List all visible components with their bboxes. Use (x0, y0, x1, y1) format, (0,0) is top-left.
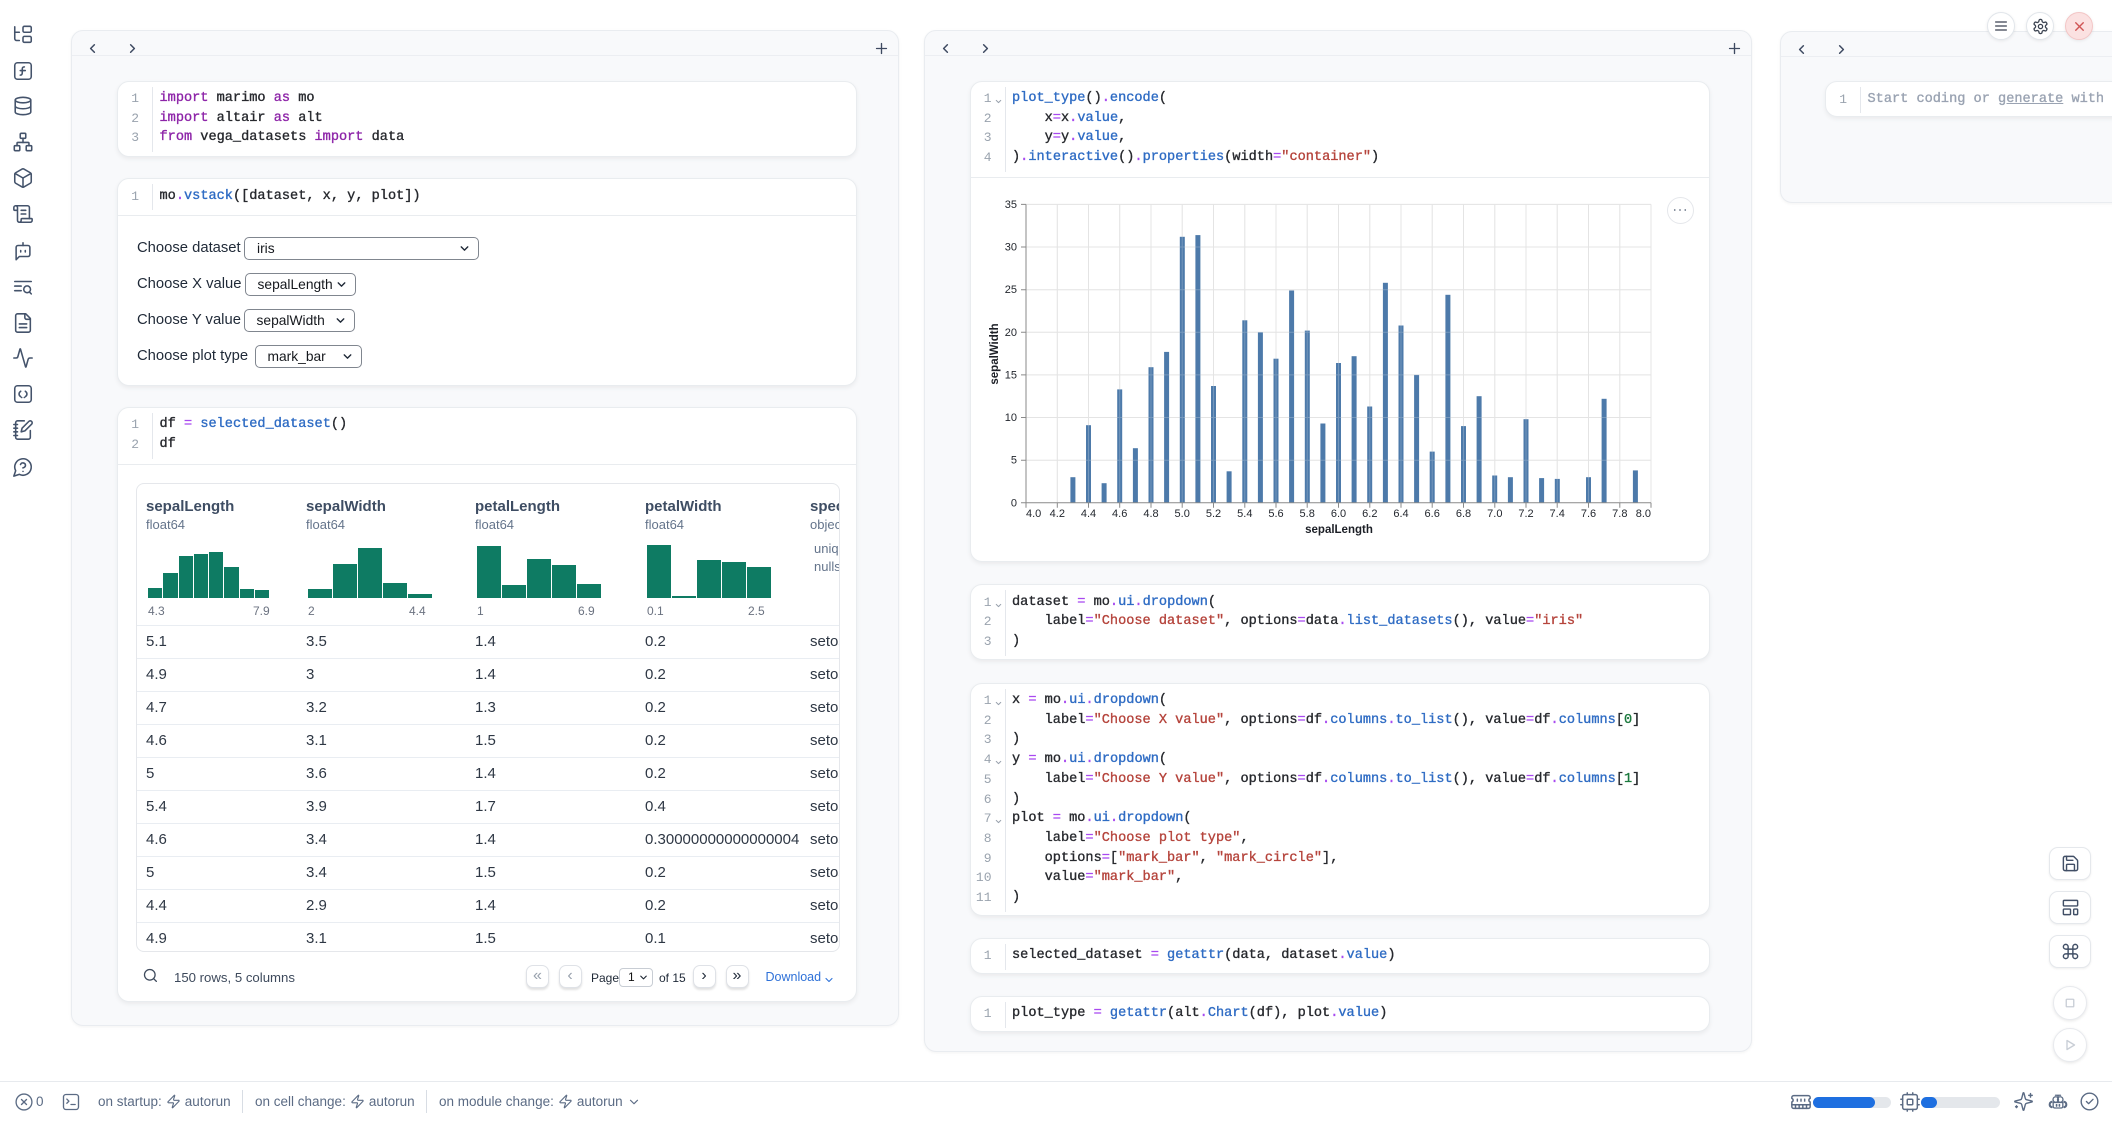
svg-text:25: 25 (1004, 284, 1016, 296)
svg-text:5.4: 5.4 (1237, 508, 1252, 520)
svg-text:7.6: 7.6 (1580, 508, 1595, 520)
svg-text:4.6: 4.6 (1112, 508, 1127, 520)
svg-text:7.8: 7.8 (1612, 508, 1627, 520)
svg-text:15: 15 (1004, 369, 1016, 381)
svg-text:4.2: 4.2 (1049, 508, 1064, 520)
svg-text:0: 0 (1010, 497, 1016, 509)
svg-text:7.4: 7.4 (1549, 508, 1564, 520)
svg-text:8.0: 8.0 (1635, 508, 1650, 520)
svg-text:5: 5 (1010, 455, 1016, 467)
svg-text:30: 30 (1004, 241, 1016, 253)
svg-text:5.6: 5.6 (1268, 508, 1283, 520)
svg-text:5.0: 5.0 (1174, 508, 1189, 520)
svg-text:6.0: 6.0 (1330, 508, 1345, 520)
svg-text:sepalLength: sepalLength (1305, 524, 1373, 536)
svg-text:5.2: 5.2 (1205, 508, 1220, 520)
svg-text:sepalWidth: sepalWidth (989, 323, 1001, 384)
svg-text:35: 35 (1004, 199, 1016, 211)
svg-text:10: 10 (1004, 412, 1016, 424)
svg-text:7.2: 7.2 (1518, 508, 1533, 520)
svg-text:6.4: 6.4 (1393, 508, 1408, 520)
svg-text:4.4: 4.4 (1080, 508, 1095, 520)
svg-text:7.0: 7.0 (1487, 508, 1502, 520)
svg-text:6.8: 6.8 (1455, 508, 1470, 520)
svg-text:6.6: 6.6 (1424, 508, 1439, 520)
svg-text:20: 20 (1004, 327, 1016, 339)
svg-text:5.8: 5.8 (1299, 508, 1314, 520)
svg-text:4.8: 4.8 (1143, 508, 1158, 520)
svg-text:6.2: 6.2 (1362, 508, 1377, 520)
svg-text:4.0: 4.0 (1026, 508, 1041, 520)
